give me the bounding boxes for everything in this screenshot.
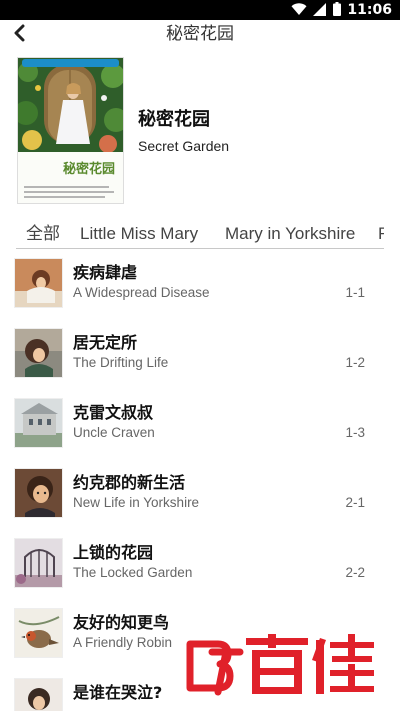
chapter-title: 上锁的花园 xyxy=(73,543,154,562)
chapter-number: 2-1 xyxy=(345,495,365,510)
status-bar: 11:06 xyxy=(0,0,400,20)
chapter-thumbnail xyxy=(14,398,63,448)
chapter-subtitle: The Drifting Life xyxy=(73,355,169,370)
chapter-thumbnail xyxy=(14,678,63,711)
cover-illustration xyxy=(18,58,123,152)
tab-little-miss-mary[interactable]: Little Miss Mary xyxy=(80,222,198,246)
chapter-number: 1-2 xyxy=(345,355,365,370)
cover-text-lines xyxy=(24,186,118,201)
tab-next[interactable]: F xyxy=(378,222,384,246)
signal-icon xyxy=(313,1,327,20)
tab-all[interactable]: 全部 xyxy=(26,222,60,246)
page-title: 秘密花园 xyxy=(166,24,234,44)
chapter-thumbnail xyxy=(14,258,63,308)
chapter-title: 约克郡的新生活 xyxy=(73,473,186,492)
chapter-thumbnail xyxy=(14,468,63,518)
chapter-title: 居无定所 xyxy=(73,333,138,352)
chapter-row[interactable]: 约克郡的新生活 New Life in Yorkshire 2-1 xyxy=(0,465,400,523)
cover-brand-band xyxy=(22,59,119,67)
chapter-subtitle: A Widespread Disease xyxy=(73,285,210,300)
status-time: 11:06 xyxy=(347,2,392,18)
chapter-number: 1-1 xyxy=(345,285,365,300)
chapter-row[interactable]: 居无定所 The Drifting Life 1-2 xyxy=(0,325,400,383)
chapter-subtitle: A Friendly Robin xyxy=(73,635,173,650)
chapter-subtitle: The Locked Garden xyxy=(73,565,193,580)
chapter-thumbnail xyxy=(14,328,63,378)
chapter-row[interactable]: 疾病肆虐 A Widespread Disease 1-1 xyxy=(0,255,400,313)
book-cover-image[interactable]: 秘密花园 xyxy=(17,57,124,204)
chapter-title: 是谁在哭泣? xyxy=(73,683,163,702)
chapter-subtitle: Uncle Craven xyxy=(73,425,155,440)
chapter-row[interactable]: 上锁的花园 The Locked Garden 2-2 xyxy=(0,535,400,593)
chapter-number: 2-2 xyxy=(345,565,365,580)
book-header: 秘密花园 秘密花园 Secret Garden xyxy=(0,48,400,208)
chapter-subtitle: New Life in Yorkshire xyxy=(73,495,200,510)
battery-icon xyxy=(333,1,342,20)
chapter-tabs: 全部 Little Miss Mary Mary in Yorkshire F xyxy=(16,222,384,249)
status-icons: 11:06 xyxy=(291,1,392,20)
wifi-icon xyxy=(291,1,307,20)
watermark-logo xyxy=(186,634,374,696)
chapter-thumbnail xyxy=(14,608,63,658)
chapter-title: 克雷文叔叔 xyxy=(73,403,154,422)
chapter-thumbnail xyxy=(14,538,63,588)
book-title-english: Secret Garden xyxy=(138,138,230,154)
app-bar: 秘密花园 xyxy=(0,20,400,48)
tab-mary-in-yorkshire[interactable]: Mary in Yorkshire xyxy=(225,222,355,246)
chapter-title: 疾病肆虐 xyxy=(73,263,138,282)
chapter-row[interactable]: 克雷文叔叔 Uncle Craven 1-3 xyxy=(0,395,400,453)
chapter-number: 1-3 xyxy=(345,425,365,440)
chapter-title: 友好的知更鸟 xyxy=(73,613,170,632)
book-title-chinese: 秘密花园 xyxy=(138,109,210,130)
cover-title: 秘密花园 xyxy=(62,162,115,177)
